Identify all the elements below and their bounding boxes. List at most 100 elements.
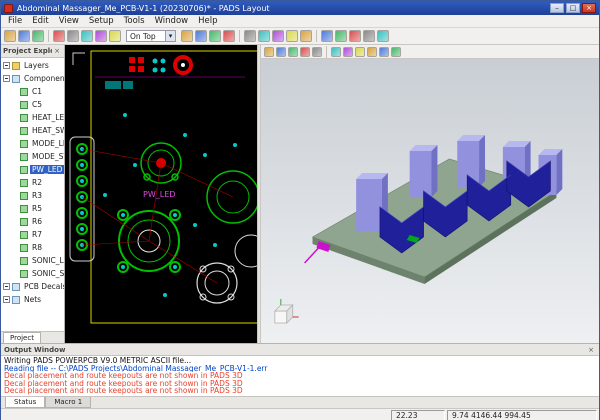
tree-item-r7[interactable]: R7 xyxy=(1,228,64,241)
tree-item-nets[interactable]: Nets xyxy=(1,293,64,306)
tree-item-sonic-led[interactable]: SONIC_LED xyxy=(1,254,64,267)
menu-bar: FileEditViewSetupToolsWindowHelp xyxy=(1,15,599,28)
paste-icon[interactable] xyxy=(95,30,107,42)
undo-icon[interactable] xyxy=(109,30,121,42)
component-icon xyxy=(20,218,28,226)
component-icon xyxy=(20,114,28,122)
tree-item-r3[interactable]: R3 xyxy=(1,189,64,202)
output-log: Writing PADS POWERPCB V9.0 METRIC ASCII … xyxy=(1,356,599,396)
options-icon[interactable] xyxy=(377,30,389,42)
tree-item-sonic-sw[interactable]: SONIC_SW xyxy=(1,267,64,280)
select-icon[interactable] xyxy=(264,47,274,57)
pan-icon[interactable] xyxy=(288,47,298,57)
menu-edit[interactable]: Edit xyxy=(27,15,53,28)
pcb-3d-canvas[interactable] xyxy=(261,59,599,343)
tree-item-pw-led[interactable]: PW_LED xyxy=(1,163,64,176)
library-icon[interactable] xyxy=(363,30,375,42)
tree-item-mode-sw[interactable]: MODE_SW xyxy=(1,150,64,163)
open-icon[interactable] xyxy=(18,30,30,42)
drc-icon[interactable] xyxy=(349,30,361,42)
tree-item-heat-led[interactable]: HEAT_LED xyxy=(1,111,64,124)
window-controls: – □ × xyxy=(550,3,596,13)
layers-setup-icon[interactable] xyxy=(300,30,312,42)
component-icon xyxy=(20,257,28,265)
view-front-icon[interactable] xyxy=(331,47,341,57)
output-tab-macro-1[interactable]: Macro 1 xyxy=(45,397,91,408)
title-bar: Abdominal Massager_Me_PCB-V1-1 (20230706… xyxy=(1,1,599,15)
tree-item-layers[interactable]: Layers xyxy=(1,59,64,72)
tree-item-r5[interactable]: R5 xyxy=(1,202,64,215)
tree-item-r2[interactable]: R2 xyxy=(1,176,64,189)
component-icon xyxy=(20,270,28,278)
panel-close-icon[interactable]: × xyxy=(52,47,62,55)
close-button[interactable]: × xyxy=(582,3,596,13)
save-icon[interactable] xyxy=(32,30,44,42)
output-tab-status[interactable]: Status xyxy=(5,397,45,408)
component-icon xyxy=(20,166,28,174)
settings-icon[interactable] xyxy=(391,47,401,57)
menu-help[interactable]: Help xyxy=(193,15,222,28)
layer-combo-value: On Top xyxy=(127,32,165,41)
tree-item-label: R8 xyxy=(30,243,44,252)
zoom-fit-icon[interactable] xyxy=(312,47,322,57)
tree-collapse-icon[interactable] xyxy=(3,296,10,303)
menu-tools[interactable]: Tools xyxy=(119,15,150,28)
tree-collapse-icon[interactable] xyxy=(3,283,10,290)
view-iso-icon[interactable] xyxy=(367,47,377,57)
pads-3d-icon[interactable] xyxy=(335,30,347,42)
export-image-icon[interactable] xyxy=(379,47,389,57)
fit-board-icon[interactable] xyxy=(223,30,235,42)
output-line-link[interactable]: Reading file -- C:\PADS Projects\Abdomin… xyxy=(4,365,596,373)
tree-item-c5[interactable]: C5 xyxy=(1,98,64,111)
redo-icon[interactable] xyxy=(181,30,193,42)
tree-item-heat-sw[interactable]: HEAT_SW xyxy=(1,124,64,137)
menu-window[interactable]: Window xyxy=(150,15,194,28)
output-line-error: Decal placement and route keepouts are n… xyxy=(4,372,596,380)
tree-item-c1[interactable]: C1 xyxy=(1,85,64,98)
output-close-icon[interactable]: × xyxy=(586,346,596,354)
tree-item-components[interactable]: Components xyxy=(1,72,64,85)
tree-item-label: PCB Decals xyxy=(22,282,64,291)
menu-view[interactable]: View xyxy=(54,15,84,28)
zoom-in-icon[interactable] xyxy=(195,30,207,42)
design-rules-icon[interactable] xyxy=(286,30,298,42)
tab-project[interactable]: Project xyxy=(3,332,41,343)
minimize-button[interactable]: – xyxy=(550,3,564,13)
tree-item-label: MODE_SW xyxy=(30,152,64,161)
print-icon[interactable] xyxy=(53,30,65,42)
tree-item-r8[interactable]: R8 xyxy=(1,241,64,254)
zoom-out-icon[interactable] xyxy=(209,30,221,42)
grid-icon[interactable] xyxy=(321,30,333,42)
statusbar-segment: 22.23 xyxy=(391,410,445,420)
select-icon[interactable] xyxy=(244,30,256,42)
orientation-gizmo[interactable] xyxy=(275,299,299,323)
pcb-2d-canvas[interactable]: PW_LED xyxy=(65,45,257,343)
tree-item-mode-led[interactable]: MODE_LED xyxy=(1,137,64,150)
component-icon xyxy=(20,231,28,239)
menu-setup[interactable]: Setup xyxy=(84,15,119,28)
project-panel-tabs: Project xyxy=(1,331,64,343)
orbit-icon[interactable] xyxy=(276,47,286,57)
add-via-icon[interactable] xyxy=(272,30,284,42)
component-icon xyxy=(20,179,28,187)
chevron-down-icon[interactable]: ▾ xyxy=(165,31,175,41)
menu-file[interactable]: File xyxy=(3,15,27,28)
maximize-button[interactable]: □ xyxy=(566,3,580,13)
tree-item-label: MODE_LED xyxy=(30,139,64,148)
tree-collapse-icon[interactable] xyxy=(3,62,10,69)
project-tree: LayersComponentsC1C5HEAT_LEDHEAT_SW MODE_… xyxy=(1,58,64,331)
tree-collapse-icon[interactable] xyxy=(3,75,10,82)
output-line-error: Decal placement and route keepouts are n… xyxy=(4,387,596,395)
view-top-icon[interactable] xyxy=(343,47,353,57)
tree-item-r6[interactable]: R6 xyxy=(1,215,64,228)
zoom-icon[interactable] xyxy=(300,47,310,57)
component-icon xyxy=(20,140,28,148)
new-icon[interactable] xyxy=(4,30,16,42)
statusbar-segment: 9.74 4146.44 994.45 xyxy=(447,410,597,420)
tree-item-pcb-decals[interactable]: PCB Decals xyxy=(1,280,64,293)
route-icon[interactable] xyxy=(258,30,270,42)
cut-icon[interactable] xyxy=(67,30,79,42)
view-side-icon[interactable] xyxy=(355,47,365,57)
layer-combo[interactable]: On Top ▾ xyxy=(126,30,176,42)
copy-icon[interactable] xyxy=(81,30,93,42)
